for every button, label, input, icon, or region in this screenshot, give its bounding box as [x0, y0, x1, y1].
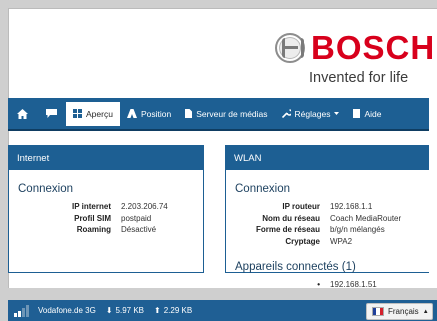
internet-row-value: postpaid [121, 213, 152, 223]
signal-strength-icon [14, 304, 29, 317]
nav-messages[interactable] [37, 98, 66, 129]
wlan-row: Forme de réseau b/g/n mélangés [226, 224, 429, 236]
internet-row: Roaming Désactivé [9, 224, 203, 236]
wlan-panel-title: WLAN [226, 146, 429, 170]
brand-tagline: Invented for life [309, 70, 409, 86]
wlan-row-key: Forme de réseau [255, 225, 320, 234]
wrench-icon [281, 109, 291, 118]
nav-apercu[interactable]: Aperçu [66, 101, 120, 126]
internet-panel: Internet Connexion IP internet 2.203.206… [8, 145, 204, 273]
download-arrow-icon: ⬇ [105, 306, 113, 315]
internet-row: IP internet 2.203.206.74 [9, 201, 203, 213]
nav-media-server[interactable]: Serveur de médias [178, 98, 274, 129]
nav-settings-label: Réglages [294, 108, 331, 119]
brand-name: BOSCH [311, 29, 436, 66]
device-bullet: • [317, 280, 320, 289]
upload-traffic: ⬆ 2.29 KB [154, 306, 192, 315]
message-icon [46, 109, 57, 118]
bosch-logo: BOSCH Invented for life [273, 21, 436, 101]
internet-row-key: Profil SIM [74, 213, 111, 223]
connected-devices-title: Appareils connectés (1) [235, 261, 356, 273]
wlan-row: Cryptage WPA2 [226, 236, 429, 248]
wlan-row-value: WPA2 [330, 236, 353, 246]
internet-row-key: Roaming [76, 225, 111, 234]
wlan-row-key: Cryptage [285, 236, 320, 246]
wlan-panel: WLAN Connexion IP routeur 192.168.1.1 No… [225, 145, 429, 289]
french-flag-icon [372, 307, 384, 316]
internet-row-value: Désactivé [121, 225, 157, 234]
nav-position[interactable]: Position [120, 98, 178, 129]
nav-home[interactable] [8, 98, 37, 129]
nav-media-server-label: Serveur de médias [196, 108, 268, 119]
caret-up-icon: ▲ [422, 308, 429, 315]
language-selector[interactable]: Français ▲ [366, 303, 433, 320]
upload-value: 2.29 KB [163, 306, 193, 315]
operator-name: Vodafone.de 3G [38, 306, 96, 315]
wlan-row-value: Coach MediaRouter [330, 213, 402, 223]
internet-panel-title: Internet [9, 146, 203, 170]
upload-arrow-icon: ⬆ [154, 306, 161, 315]
home-icon [17, 108, 28, 119]
wlan-row: IP routeur 192.168.1.1 [226, 201, 429, 213]
nav-help[interactable]: Aide [346, 98, 388, 129]
nav-position-label: Position [140, 108, 172, 119]
internet-section-title: Connexion [18, 183, 73, 195]
wlan-row-value: b/g/n mélangés [330, 225, 385, 234]
internet-row-value: 2.203.206.74 [121, 202, 168, 211]
device-ip: 192.168.1.51 [330, 280, 377, 289]
file-icon [185, 109, 193, 118]
download-value: 5.97 KB [115, 306, 144, 315]
internet-row: Profil SIM postpaid [9, 213, 203, 225]
wlan-section-title: Connexion [235, 183, 290, 195]
wlan-row: Nom du réseau Coach MediaRouter [226, 213, 429, 225]
grid-icon [73, 109, 82, 118]
wlan-row-key: IP routeur [282, 202, 320, 211]
download-traffic: ⬇ 5.97 KB [106, 306, 144, 315]
caret-down-icon [334, 112, 340, 115]
internet-row-key: IP internet [72, 202, 111, 211]
main-nav: Aperçu Position Serveur de médias Réglag… [8, 98, 429, 131]
wlan-row-value: 192.168.1.1 [330, 202, 373, 211]
nav-apercu-label: Aperçu [86, 108, 113, 119]
language-label: Français [388, 307, 419, 316]
nav-help-label: Aide [364, 108, 382, 119]
bosch-armature-icon [275, 33, 305, 63]
status-bar: Vodafone.de 3G ⬇ 5.97 KB ⬆ 2.29 KB Franç… [8, 300, 437, 321]
wlan-row-key: Nom du réseau [262, 213, 320, 223]
device-list-item: • 192.168.1.51 [226, 279, 429, 291]
position-icon [126, 109, 137, 118]
nav-settings[interactable]: Réglages [275, 98, 347, 129]
book-icon [353, 109, 361, 118]
